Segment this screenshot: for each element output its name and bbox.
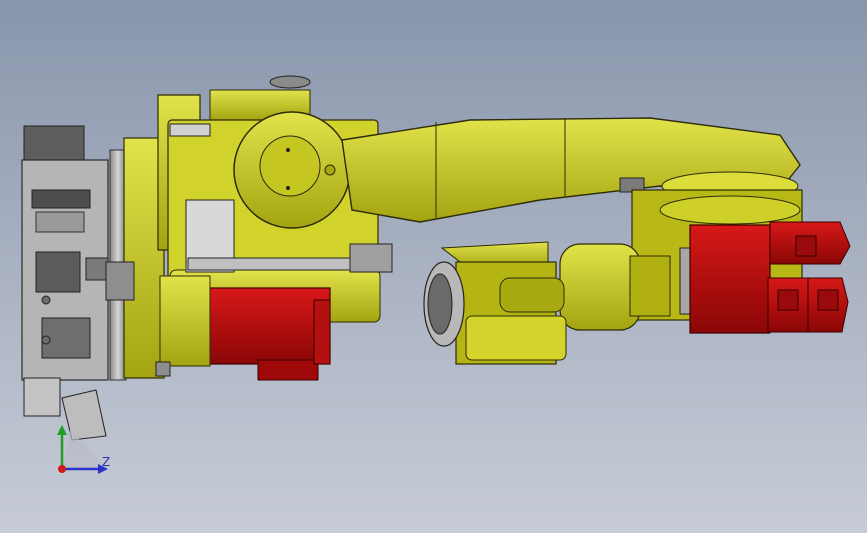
wrist-assembly[interactable] — [423, 241, 567, 365]
wrist-motor-pack[interactable] — [689, 221, 851, 334]
base-flange[interactable] — [105, 137, 165, 381]
j1-motor[interactable] — [203, 287, 331, 381]
x-axis-point — [58, 465, 66, 473]
robot-arm-model[interactable] — [0, 0, 867, 533]
cad-viewport[interactable]: Z — [0, 0, 867, 533]
y-axis-head — [57, 425, 67, 435]
shoulder-lower-body[interactable] — [155, 275, 211, 377]
coordinate-triad — [57, 425, 108, 474]
z-axis-label: Z — [102, 455, 111, 469]
base-mount-plate[interactable] — [21, 125, 109, 441]
